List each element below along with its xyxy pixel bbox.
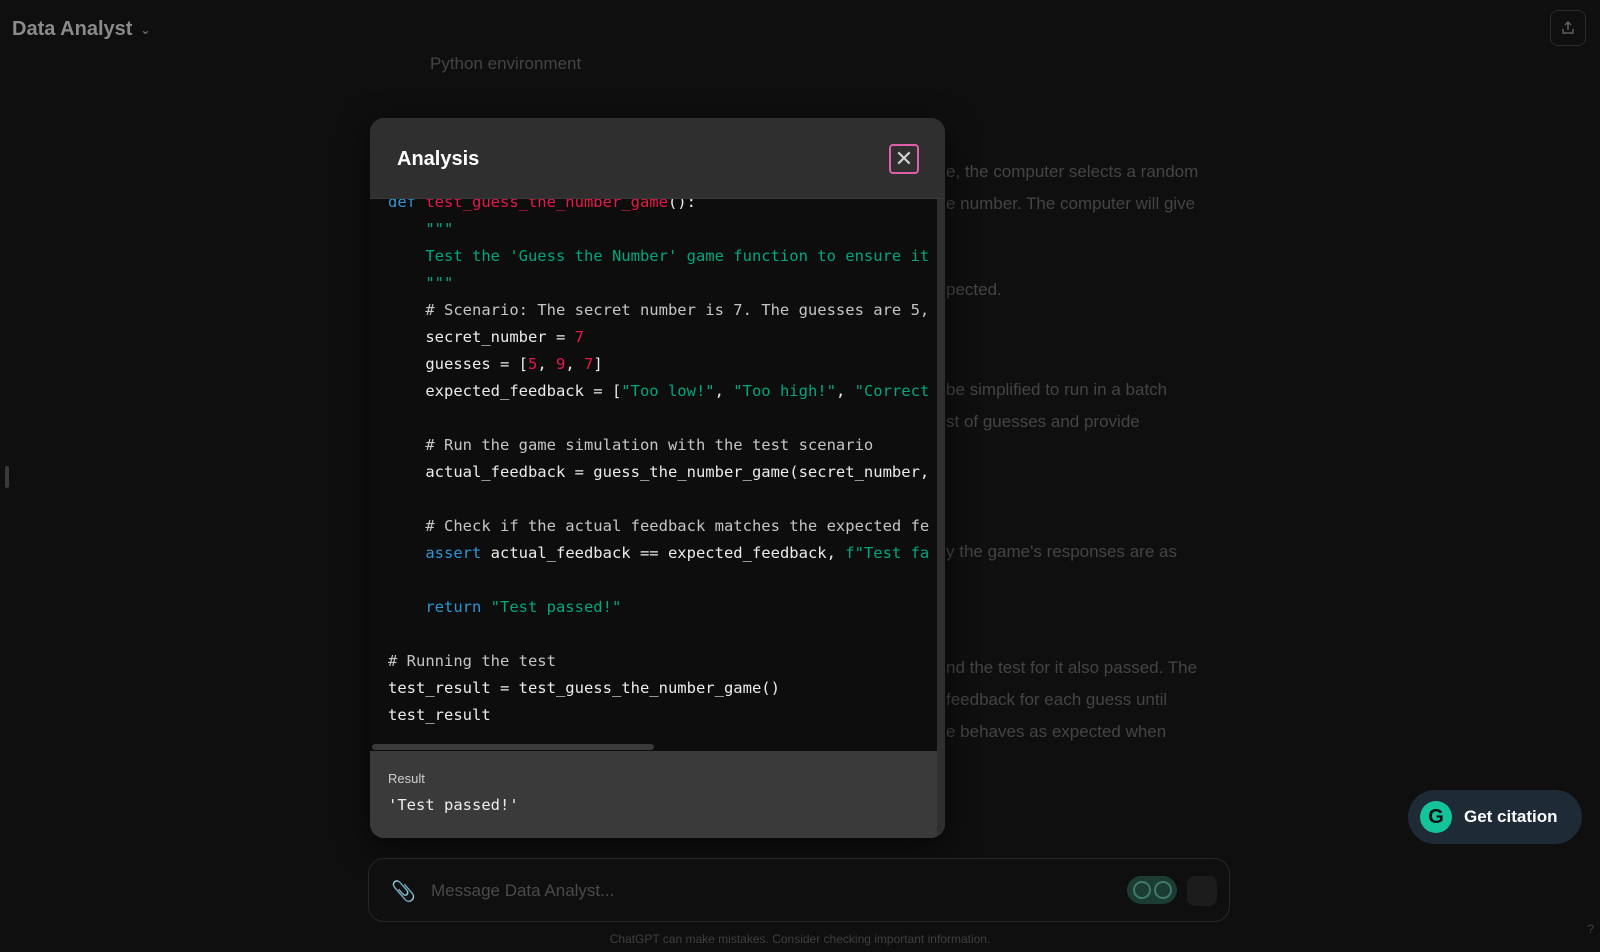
result-panel: Result 'Test passed!' xyxy=(370,751,937,838)
background-text: nd the test for it also passed. The xyxy=(946,658,1198,677)
code-token: Test the 'Guess the Number' game functio… xyxy=(425,247,930,265)
code-token: f"Test fa xyxy=(845,544,930,562)
code-line: test_result = test_guess_the_number_game… xyxy=(388,675,929,702)
code-line: expected_feedback = ["Too low!", "Too hi… xyxy=(388,378,929,405)
analysis-modal: Analysis ✕ def test_guess_the_number_gam… xyxy=(370,118,945,838)
code-content: def test_guess_the_number_game(): """ Te… xyxy=(388,199,929,729)
code-line: secret_number = 7 xyxy=(388,324,929,351)
code-token: assert xyxy=(425,544,482,562)
code-token: return xyxy=(425,598,491,616)
grammarly-icon: G xyxy=(1420,801,1452,833)
code-token: , xyxy=(835,382,855,400)
close-button[interactable]: ✕ xyxy=(889,144,919,174)
code-token: # Running the test xyxy=(388,652,556,670)
code-token: 9 xyxy=(556,355,566,373)
code-token: """ xyxy=(425,220,454,238)
code-token: "Test passed!" xyxy=(490,598,622,616)
code-token: "Too low!" xyxy=(621,382,715,400)
code-token: expected_feedback = [ xyxy=(425,382,622,400)
code-token: (): xyxy=(667,199,696,211)
modal-header: Analysis ✕ xyxy=(370,118,945,199)
code-token: # Run the game simulation with the test … xyxy=(425,436,874,454)
background-text: e number. The computer will give xyxy=(946,194,1196,213)
code-token: test_result = test_guess_the_number_game… xyxy=(388,679,780,697)
modal-title: Analysis xyxy=(397,148,480,170)
code-token: actual_feedback = guess_the_number_game(… xyxy=(425,463,930,481)
code-line: # Scenario: The secret number is 7. The … xyxy=(388,297,929,324)
code-token: , xyxy=(565,355,585,373)
message-input[interactable] xyxy=(431,881,1031,901)
code-line: guesses = [5, 9, 7] xyxy=(388,351,929,378)
result-label: Result xyxy=(388,771,425,786)
code-token: 7 xyxy=(574,328,584,346)
send-button[interactable] xyxy=(1187,876,1217,906)
code-line: assert actual_feedback == expected_feedb… xyxy=(388,540,929,567)
code-token: "Correct xyxy=(854,382,930,400)
code-token: "Too high!" xyxy=(733,382,836,400)
app-title[interactable]: Data Analyst ⌄ xyxy=(12,18,150,41)
code-line: def test_guess_the_number_game(): xyxy=(388,199,929,216)
background-text: y the game's responses are as xyxy=(946,542,1177,561)
environment-label: Python environment xyxy=(430,54,582,73)
background-text: be simplified to run in a batch xyxy=(946,380,1168,399)
code-token: , xyxy=(714,382,734,400)
code-token: test_result xyxy=(388,706,491,724)
code-token: """ xyxy=(425,274,454,292)
scrollbar-thumb[interactable] xyxy=(372,744,654,750)
code-line: # Run the game simulation with the test … xyxy=(388,432,929,459)
sidebar-toggle-handle[interactable] xyxy=(5,466,9,488)
horizontal-scrollbar[interactable] xyxy=(370,743,937,751)
code-token: test_guess_the_number_game xyxy=(425,199,668,211)
chevron-down-icon: ⌄ xyxy=(140,22,151,37)
code-token: secret_number = xyxy=(425,328,575,346)
disclaimer: ChatGPT can make mistakes. Consider chec… xyxy=(609,932,991,946)
message-composer: 📎 xyxy=(368,858,1230,922)
share-icon xyxy=(1562,20,1574,34)
paperclip-icon[interactable]: 📎 xyxy=(391,879,416,904)
code-line: return "Test passed!" xyxy=(388,594,929,621)
code-line: """ xyxy=(388,216,929,243)
background-text: pected. xyxy=(946,280,1002,299)
help-button[interactable]: ? xyxy=(1587,922,1594,936)
code-line: """ xyxy=(388,270,929,297)
extension-icon[interactable] xyxy=(1127,876,1177,904)
code-token: ] xyxy=(593,355,603,373)
code-token: guesses = [ xyxy=(425,355,528,373)
vertical-scroll-gutter xyxy=(937,199,945,838)
background-text: e behaves as expected when xyxy=(946,722,1167,741)
code-token: # Check if the actual feedback matches t… xyxy=(425,517,930,535)
close-icon: ✕ xyxy=(894,146,914,171)
share-button[interactable] xyxy=(1550,10,1586,46)
background-text: st of guesses and provide xyxy=(946,412,1140,431)
code-line: actual_feedback = guess_the_number_game(… xyxy=(388,459,929,486)
code-token: 5 xyxy=(527,355,538,373)
result-value: 'Test passed!' xyxy=(388,796,519,814)
code-token: actual_feedback == expected_feedback, xyxy=(481,544,846,562)
background-text: feedback for each guess until xyxy=(946,690,1168,709)
code-token: , xyxy=(537,355,556,373)
code-token: def xyxy=(388,199,426,211)
code-line: test_result xyxy=(388,702,929,729)
get-citation-label: Get citation xyxy=(1464,807,1558,826)
background-text: e, the computer selects a random xyxy=(946,162,1199,181)
code-line: # Check if the actual feedback matches t… xyxy=(388,513,929,540)
code-line: Test the 'Guess the Number' game functio… xyxy=(388,243,929,270)
code-token: # Scenario: The secret number is 7. The … xyxy=(425,301,930,319)
app-title-label: Data Analyst xyxy=(12,18,133,40)
get-citation-button[interactable]: G Get citation xyxy=(1408,790,1582,844)
code-line: # Running the test xyxy=(388,648,929,675)
code-block[interactable]: def test_guess_the_number_game(): """ Te… xyxy=(370,199,937,751)
code-token: 7 xyxy=(584,355,594,373)
